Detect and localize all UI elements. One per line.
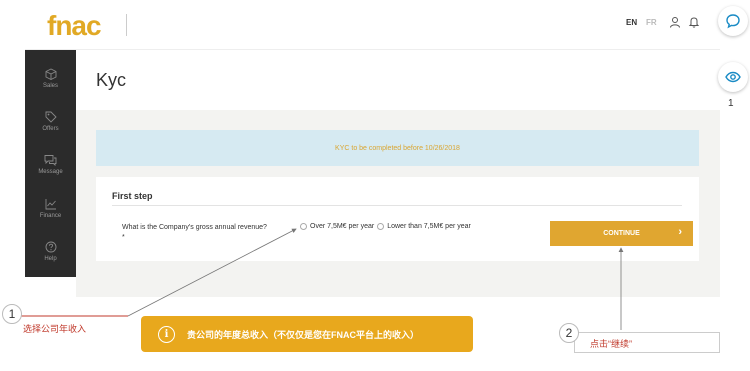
revenue-radio-group: Over 7,5M€ per year Lower than 7,5M€ per…: [300, 223, 474, 230]
radio-label-over[interactable]: Over 7,5M€ per year: [310, 223, 374, 230]
sidebar-label-offers: Offers: [42, 126, 59, 132]
chat-bubble-icon: [726, 14, 740, 29]
header-divider: [25, 49, 720, 50]
sidebar-item-finance[interactable]: Finance: [25, 198, 76, 219]
language-en[interactable]: EN: [626, 18, 637, 27]
radio-lower-7-5m[interactable]: [377, 223, 385, 230]
help-icon: [45, 241, 56, 253]
sidebar: Sales Offers Message Finance Help: [25, 50, 76, 277]
card-divider: [112, 205, 682, 206]
chevron-right-icon: ›: [678, 226, 682, 238]
watchers-count: 1: [728, 98, 734, 109]
annotation-step-1: 1: [2, 304, 22, 324]
message-icon: [44, 155, 57, 166]
box-icon: [45, 68, 56, 80]
logo-divider: [126, 14, 127, 36]
continue-label: CONTINUE: [603, 230, 640, 237]
language-fr[interactable]: FR: [646, 18, 657, 27]
annotation-note-2: 点击“继续”: [590, 339, 632, 349]
info-callout-text: 贵公司的年度总收入（不仅仅是您在FNAC平台上的收入）: [187, 329, 419, 340]
annotation-note-1: 选择公司年收入: [23, 324, 87, 334]
watchers-button[interactable]: [718, 62, 748, 92]
user-icon[interactable]: [669, 16, 681, 28]
sidebar-item-message[interactable]: Message: [25, 154, 76, 175]
revenue-question-text: What is the Company's gross annual reven…: [122, 224, 267, 231]
radio-over-7-5m[interactable]: [300, 223, 307, 230]
eye-icon: [725, 71, 741, 83]
first-step-card: First step What is the Company's gross a…: [96, 177, 699, 261]
required-mark: *: [122, 234, 125, 241]
sidebar-label-message: Message: [38, 169, 63, 175]
chat-button[interactable]: [718, 6, 748, 36]
step-title: First step: [112, 191, 153, 201]
fnac-logo[interactable]: fnac: [47, 10, 102, 42]
info-callout: i 贵公司的年度总收入（不仅仅是您在FNAC平台上的收入）: [141, 316, 473, 352]
sidebar-label-finance: Finance: [39, 213, 62, 219]
sidebar-item-offers[interactable]: Offers: [25, 111, 76, 132]
chart-icon: [45, 199, 56, 210]
page-title: Kyc: [96, 70, 127, 90]
annotation-step-2: 2: [559, 323, 579, 343]
sidebar-item-sales[interactable]: Sales: [25, 68, 76, 89]
continue-button[interactable]: CONTINUE ›: [550, 221, 693, 246]
radio-label-lower[interactable]: Lower than 7,5M€ per year: [387, 223, 471, 230]
tag-icon: [45, 111, 57, 123]
info-icon: i: [158, 325, 175, 343]
revenue-question: What is the Company's gross annual reven…: [122, 223, 267, 243]
bell-icon[interactable]: [688, 16, 700, 28]
sidebar-item-help[interactable]: Help: [25, 241, 76, 262]
sidebar-label-sales: Sales: [42, 83, 58, 89]
kyc-deadline-banner: KYC to be completed before 10/26/2018: [96, 130, 699, 166]
sidebar-label-help: Help: [44, 256, 57, 262]
